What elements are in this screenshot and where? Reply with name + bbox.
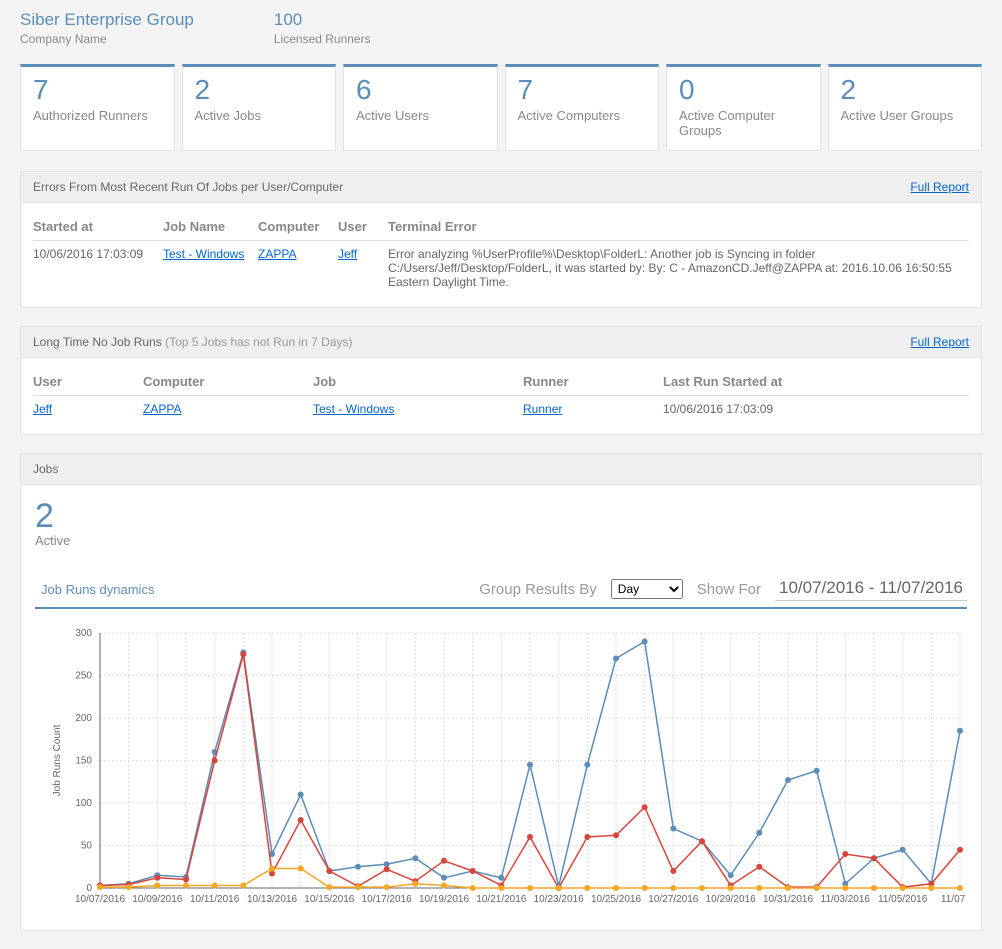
table-row: Jeff ZAPPA Test - Windows Runner 10/06/2… xyxy=(33,395,969,422)
svg-text:10/25/2016: 10/25/2016 xyxy=(591,894,641,905)
link-runner[interactable]: Runner xyxy=(523,402,562,416)
licensed-value: 100 xyxy=(274,10,371,30)
link-job[interactable]: Test - Windows xyxy=(163,247,244,261)
cell-last: 10/06/2016 17:03:09 xyxy=(663,395,969,422)
longtime-title-sub: (Top 5 Jobs has not Run in 7 Days) xyxy=(165,335,352,349)
stat-label: Active Computer Groups xyxy=(679,108,808,138)
jobs-title: Jobs xyxy=(33,462,58,476)
stat-label: Active Users xyxy=(356,108,485,123)
stat-active-computers[interactable]: 7 Active Computers xyxy=(505,64,660,151)
header: Siber Enterprise Group Company Name 100 … xyxy=(0,0,1002,64)
svg-text:10/27/2016: 10/27/2016 xyxy=(648,894,698,905)
company-label: Company Name xyxy=(20,32,194,46)
errors-table: Started at Job Name Computer User Termin… xyxy=(33,213,969,295)
stat-label: Active Jobs xyxy=(195,108,324,123)
col-runner: Runner xyxy=(523,368,663,396)
company-name: Siber Enterprise Group xyxy=(20,10,194,30)
svg-text:300: 300 xyxy=(75,628,92,639)
link-job[interactable]: Test - Windows xyxy=(313,402,394,416)
stat-value: 7 xyxy=(518,75,647,106)
errors-title: Errors From Most Recent Run Of Jobs per … xyxy=(33,180,343,194)
svg-text:10/07/2016: 10/07/2016 xyxy=(75,894,125,905)
svg-text:10/17/2016: 10/17/2016 xyxy=(362,894,412,905)
stat-value: 6 xyxy=(356,75,485,106)
svg-text:10/23/2016: 10/23/2016 xyxy=(534,894,584,905)
svg-text:150: 150 xyxy=(75,755,92,766)
longtime-title: Long Time No Job Runs (Top 5 Jobs has no… xyxy=(33,335,353,349)
showfor-label: Show For xyxy=(697,581,761,598)
stat-authorized-runners[interactable]: 7 Authorized Runners xyxy=(20,64,175,151)
col-job: Job xyxy=(313,368,523,396)
stat-label: Active Computers xyxy=(518,108,647,123)
svg-text:50: 50 xyxy=(81,840,93,851)
svg-text:200: 200 xyxy=(75,713,92,724)
stat-active-jobs[interactable]: 2 Active Jobs xyxy=(182,64,337,151)
col-error: Terminal Error xyxy=(388,213,969,241)
table-row: 10/06/2016 17:03:09 Test - Windows ZAPPA… xyxy=(33,240,969,295)
link-user[interactable]: Jeff xyxy=(33,402,52,416)
col-started: Started at xyxy=(33,213,163,241)
stat-active-computer-groups[interactable]: 0 Active Computer Groups xyxy=(666,64,821,151)
col-jobname: Job Name xyxy=(163,213,258,241)
longtime-full-report-link[interactable]: Full Report xyxy=(910,335,969,349)
job-runs-chart: 0 50 100 150 200 250 300 10/07/2016 10/09/2016 10… xyxy=(35,623,965,918)
tab-job-runs-dynamics[interactable]: Job Runs dynamics xyxy=(35,582,160,597)
errors-full-report-link[interactable]: Full Report xyxy=(910,180,969,194)
longtime-table: User Computer Job Runner Last Run Starte… xyxy=(33,368,969,422)
svg-text:Job Runs Count: Job Runs Count xyxy=(52,724,63,796)
col-user: User xyxy=(33,368,143,396)
company-block: Siber Enterprise Group Company Name xyxy=(20,10,194,46)
errors-panel: Errors From Most Recent Run Of Jobs per … xyxy=(20,171,982,308)
svg-text:10/11/2016: 10/11/2016 xyxy=(190,894,240,905)
licensed-label: Licensed Runners xyxy=(274,32,371,46)
date-range-input[interactable]: 10/07/2016 - 11/07/2016 xyxy=(775,578,967,601)
link-user[interactable]: Jeff xyxy=(338,247,357,261)
jobs-count: 2 xyxy=(35,499,967,533)
stat-value: 2 xyxy=(195,75,324,106)
stat-label: Authorized Runners xyxy=(33,108,162,123)
stat-label: Active User Groups xyxy=(841,108,970,123)
svg-text:10/29/2016: 10/29/2016 xyxy=(706,894,756,905)
svg-text:0: 0 xyxy=(86,883,92,894)
svg-text:10/21/2016: 10/21/2016 xyxy=(476,894,526,905)
svg-text:10/15/2016: 10/15/2016 xyxy=(304,894,354,905)
col-last: Last Run Started at xyxy=(663,368,969,396)
svg-text:11/03/2016: 11/03/2016 xyxy=(821,894,871,905)
longtime-title-main: Long Time No Job Runs xyxy=(33,335,165,349)
cell-started: 10/06/2016 17:03:09 xyxy=(33,240,163,295)
col-computer: Computer xyxy=(143,368,313,396)
stat-active-user-groups[interactable]: 2 Active User Groups xyxy=(828,64,983,151)
svg-text:100: 100 xyxy=(75,798,92,809)
svg-text:10/13/2016: 10/13/2016 xyxy=(247,894,297,905)
svg-text:10/19/2016: 10/19/2016 xyxy=(419,894,469,905)
link-computer[interactable]: ZAPPA xyxy=(143,402,181,416)
link-computer[interactable]: ZAPPA xyxy=(258,247,296,261)
stat-value: 2 xyxy=(841,75,970,106)
svg-text:11/07/20: 11/07/20 xyxy=(941,894,965,905)
stat-row: 7 Authorized Runners 2 Active Jobs 6 Act… xyxy=(0,64,1002,171)
col-computer: Computer xyxy=(258,213,338,241)
svg-text:250: 250 xyxy=(75,670,92,681)
col-user: User xyxy=(338,213,388,241)
stat-active-users[interactable]: 6 Active Users xyxy=(343,64,498,151)
svg-text:11/05/2016: 11/05/2016 xyxy=(878,894,928,905)
svg-text:10/09/2016: 10/09/2016 xyxy=(132,894,182,905)
longtime-panel: Long Time No Job Runs (Top 5 Jobs has no… xyxy=(20,326,982,435)
svg-text:10/31/2016: 10/31/2016 xyxy=(763,894,813,905)
jobs-panel: Jobs 2 Active Job Runs dynamics Group Re… xyxy=(20,453,982,931)
jobs-active-label: Active xyxy=(35,533,967,548)
stat-value: 0 xyxy=(679,75,808,106)
group-select[interactable]: Day xyxy=(611,579,683,599)
licensed-block: 100 Licensed Runners xyxy=(274,10,371,46)
group-label: Group Results By xyxy=(479,581,597,598)
stat-value: 7 xyxy=(33,75,162,106)
cell-error: Error analyzing %UserProfile%\Desktop\Fo… xyxy=(388,240,969,295)
